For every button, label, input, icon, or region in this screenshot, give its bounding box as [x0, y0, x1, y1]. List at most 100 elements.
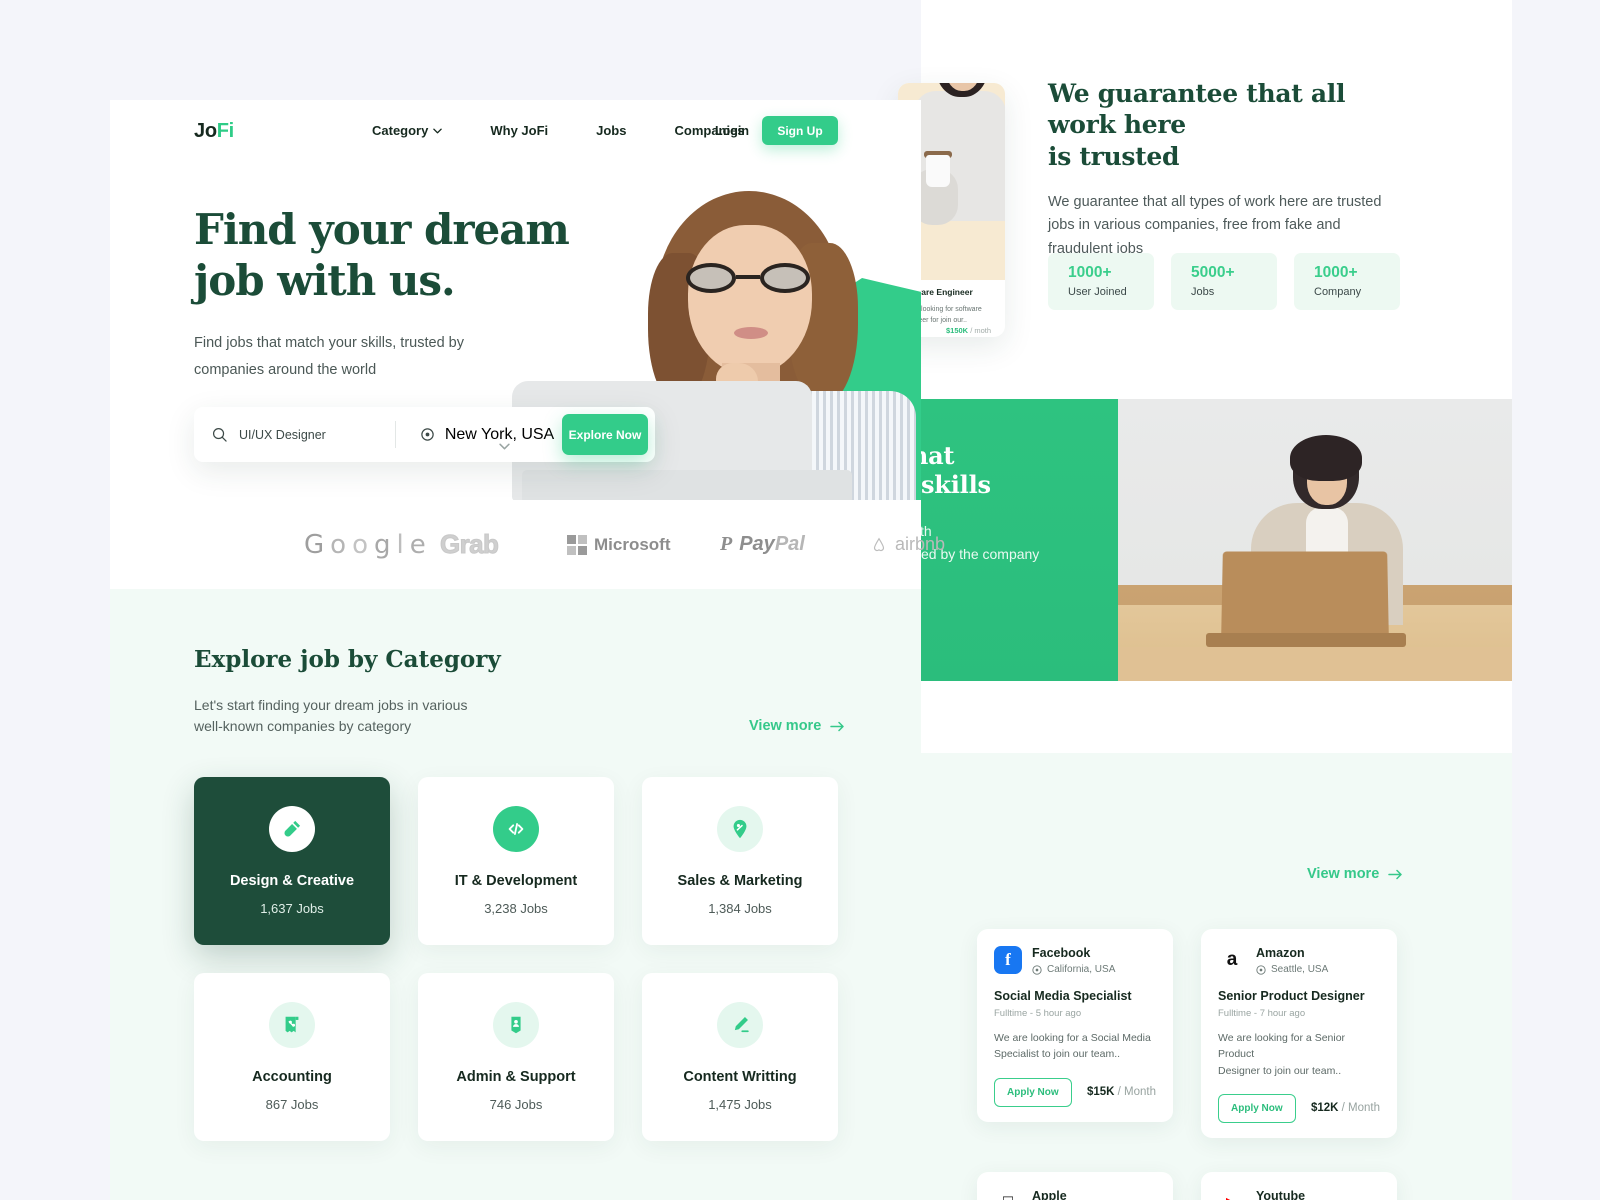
category-card-admin-support[interactable]: Admin & Support 746 Jobs: [418, 973, 614, 1141]
category-section-title: Explore job by Category: [194, 646, 501, 673]
category-job-count: 1,384 Jobs: [708, 901, 772, 916]
airbnb-mark-icon: [870, 536, 888, 554]
top-navigation: JoFi Category Why JoFi Jobs Companies Lo…: [110, 100, 921, 162]
location-field[interactable]: New York, USA: [396, 426, 554, 444]
job-location: Seattle, USA: [1256, 964, 1328, 975]
featured-job-salary: $150K / moth: [946, 326, 991, 335]
arrow-right-icon: [830, 721, 845, 732]
job-salary-amount: $15K: [1086, 1086, 1115, 1099]
id-badge-icon: [493, 1002, 539, 1048]
job-description: We are looking for a Senior Product Desi…: [1218, 1032, 1346, 1077]
google-logo: Google: [304, 529, 426, 560]
stat-card-users: 1000+ User Joined: [1048, 253, 1154, 310]
pencil-icon: [717, 1002, 763, 1048]
featured-job-salary-amount: $150K: [946, 326, 969, 335]
youtube-icon: ▶: [1218, 1189, 1246, 1200]
stat-label: Jobs: [1191, 286, 1215, 298]
map-pin-icon: [1256, 964, 1266, 975]
job-company-name: Apple: [1032, 1189, 1067, 1200]
stat-value: 5000+: [1191, 264, 1235, 281]
nav-item-why-jofi[interactable]: Why JoFi: [490, 123, 548, 138]
nav-label: Jobs: [596, 123, 627, 138]
pen-nib-icon: [269, 806, 315, 852]
paypal-logo: P PayPal: [720, 533, 805, 555]
login-link[interactable]: Login: [715, 124, 749, 138]
jobs-view-more-link[interactable]: View more: [1307, 866, 1403, 882]
keyword-field[interactable]: UI/UX Designer: [194, 427, 326, 442]
stat-label: Company: [1314, 286, 1362, 298]
apply-now-button[interactable]: Apply Now: [994, 1077, 1072, 1107]
category-card-content-writting[interactable]: Content Writting 1,475 Jobs: [642, 973, 838, 1141]
stat-card-jobs: 5000+ Jobs: [1171, 253, 1277, 310]
code-icon: [493, 806, 539, 852]
nav-links: Category Why JoFi Jobs Companies: [372, 123, 745, 138]
stat-value: 1000+: [1314, 264, 1358, 281]
price-tag-icon: [717, 806, 763, 852]
explore-now-button[interactable]: Explore Now: [562, 414, 648, 455]
job-card[interactable]: ▶ Youtube: [1201, 1172, 1397, 1200]
guarantee-title: We guarantee that all work here is trust…: [1048, 79, 1346, 171]
job-salary-unit: / Month: [1117, 1086, 1156, 1099]
category-job-count: 3,238 Jobs: [484, 901, 548, 916]
category-section-subtitle: Let's start finding your dream jobs in v…: [194, 697, 468, 734]
logo-text-dark: Jo: [194, 120, 217, 142]
job-location-text: California, USA: [1047, 964, 1116, 975]
facebook-icon: f: [994, 946, 1022, 974]
job-card-header: ▶ Youtube: [1218, 1189, 1380, 1200]
job-role-title: Social Media Specialist: [994, 989, 1132, 1003]
view-more-label: View more: [749, 718, 822, 734]
job-description: We are looking for a Social Media Specia…: [994, 1032, 1151, 1061]
category-name: Accounting: [252, 1069, 332, 1085]
partner-logos-strip: Google Grab Microsoft P PayPal airbnb: [110, 500, 945, 589]
job-card[interactable]: f Facebook California, USA Social Media …: [977, 929, 1173, 1122]
search-input-value: UI/UX Designer: [239, 427, 326, 442]
location-input-value: New York, USA: [444, 425, 555, 443]
job-salary-amount: $12K: [1310, 1102, 1339, 1115]
category-card-accounting[interactable]: Accounting 867 Jobs: [194, 973, 390, 1141]
chevron-down-icon[interactable]: [499, 443, 510, 450]
category-job-count: 1,637 Jobs: [260, 901, 324, 916]
job-search-bar: UI/UX Designer New York, USA Explore Now: [194, 407, 655, 462]
popular-jobs-body: ular jobs with ed by the company: [850, 523, 1040, 562]
category-card-design-creative[interactable]: Design & Creative 1,637 Jobs: [194, 777, 390, 945]
job-card[interactable]:  Apple: [977, 1172, 1173, 1200]
woman-laptop-photo: [1118, 399, 1512, 681]
signup-button[interactable]: Sign Up: [762, 116, 838, 145]
category-name: Content Writting: [683, 1069, 797, 1085]
jobs-section-subtitle: orld in various: [831, 842, 1261, 864]
job-card-header: f Facebook California, USA: [994, 946, 1156, 975]
category-view-more-link[interactable]: View more: [749, 718, 845, 734]
logo-text-accent: Fi: [216, 120, 234, 142]
view-more-label: View more: [1307, 866, 1380, 882]
map-pin-icon: [420, 427, 435, 442]
featured-job-salary-unit: / moth: [970, 326, 992, 335]
nav-label: Category: [372, 123, 429, 138]
job-role-title: Senior Product Designer: [1218, 989, 1365, 1003]
category-card-sales-marketing[interactable]: Sales & Marketing 1,384 Jobs: [642, 777, 838, 945]
category-card-it-development[interactable]: IT & Development 3,238 Jobs: [418, 777, 614, 945]
category-name: Design & Creative: [229, 873, 355, 889]
arrow-right-icon: [1388, 869, 1403, 880]
job-meta: Fulltime - 5 hour ago: [994, 1008, 1082, 1019]
job-salary: $12K / Month: [1311, 1102, 1380, 1114]
category-name: IT & Development: [454, 873, 578, 889]
guarantee-body: We guarantee that all types of work here…: [1048, 193, 1382, 257]
job-card-header: a Amazon Seattle, USA: [1218, 946, 1380, 975]
job-company-name: Facebook: [1032, 946, 1091, 960]
featured-job-desc: are looking for software gineer for join…: [909, 306, 982, 325]
apply-now-button[interactable]: Apply Now: [1218, 1093, 1296, 1123]
microsoft-squares-icon: [567, 534, 587, 555]
job-salary: $15K / Month: [1087, 1086, 1156, 1098]
hero-subheading: Find jobs that match your skills, truste…: [194, 335, 464, 379]
logo[interactable]: JoFi: [194, 120, 234, 143]
job-card[interactable]: a Amazon Seattle, USA Senior Product Des…: [1201, 929, 1397, 1138]
microsoft-logo: Microsoft: [567, 534, 671, 555]
featured-job-role: ftware Engineer: [909, 287, 973, 297]
category-job-count: 1,475 Jobs: [708, 1097, 772, 1112]
job-card-footer: Apply Now $15K / Month: [994, 1077, 1156, 1107]
nav-item-jobs[interactable]: Jobs: [596, 123, 626, 138]
nav-item-category[interactable]: Category: [372, 123, 443, 138]
microsoft-wordmark: Microsoft: [594, 534, 671, 554]
featured-job-info: ftware Engineer are looking for software…: [909, 287, 1005, 326]
chevron-down-icon: [433, 128, 443, 134]
